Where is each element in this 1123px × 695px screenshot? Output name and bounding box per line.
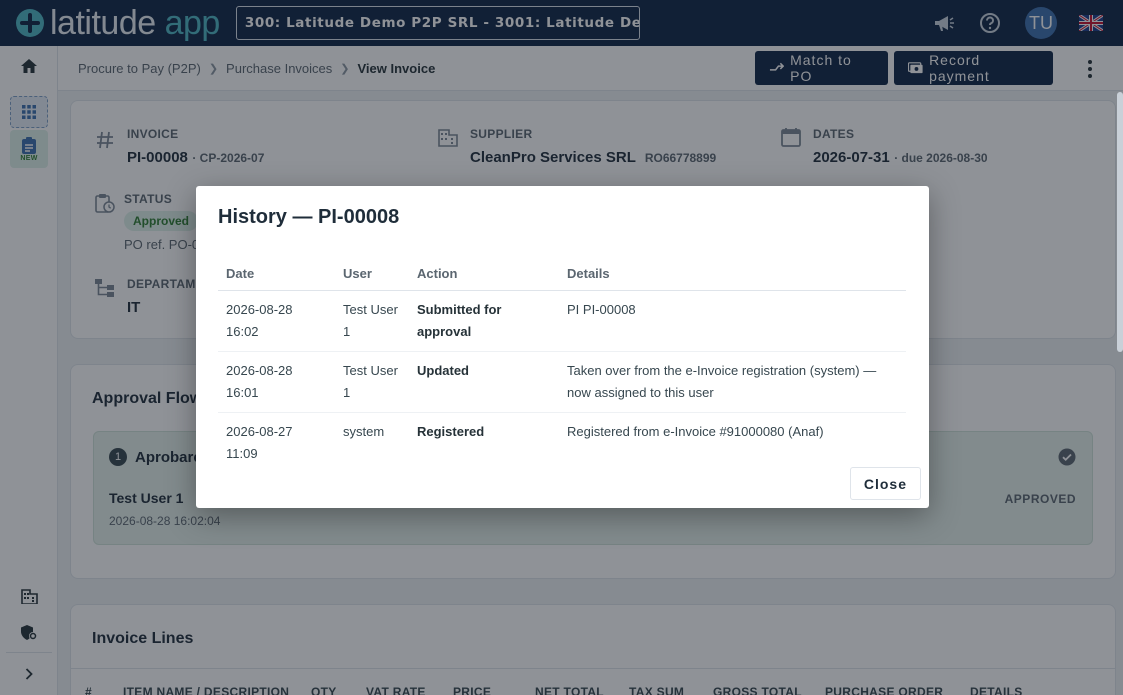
history-user: Test User 1 [335, 290, 409, 352]
history-date: 2026-08-27 11:09 [226, 423, 293, 461]
history-row: 2026-08-27 11:09 system Registered Regis… [218, 412, 906, 473]
history-action: Updated [409, 351, 559, 413]
col-date: Date [218, 258, 335, 291]
history-user: system [343, 423, 385, 439]
history-user: Test User 1 [335, 351, 409, 413]
col-action: Action [409, 258, 559, 291]
history-row: 2026-08-28 16:02 Test User 1 Submitted f… [218, 290, 906, 352]
history-table: Date User Action Details 2026-08-28 16:0… [218, 258, 906, 473]
history-dialog: History — PI-00008 Date User Action Deta… [196, 186, 929, 508]
history-action: Registered [417, 423, 485, 439]
history-date: 2026-08-28 16:01 [218, 351, 335, 413]
page-scrollbar[interactable] [1117, 92, 1123, 352]
history-header-row: Date User Action Details [218, 258, 906, 291]
history-row: 2026-08-28 16:01 Test User 1 Updated Tak… [218, 351, 906, 413]
history-date: 2026-08-28 16:02 [218, 290, 335, 352]
dialog-title: History — PI-00008 [218, 206, 400, 228]
history-details: PI PI-00008 [559, 290, 906, 352]
col-details: Details [559, 258, 906, 291]
history-details: Taken over from the e-Invoice registrati… [559, 351, 906, 413]
close-button[interactable]: Close [849, 467, 921, 500]
col-user: User [335, 258, 409, 291]
history-details: Registered from e-Invoice #91000080 (Ana… [567, 423, 824, 439]
history-action: Submitted for approval [409, 290, 559, 352]
